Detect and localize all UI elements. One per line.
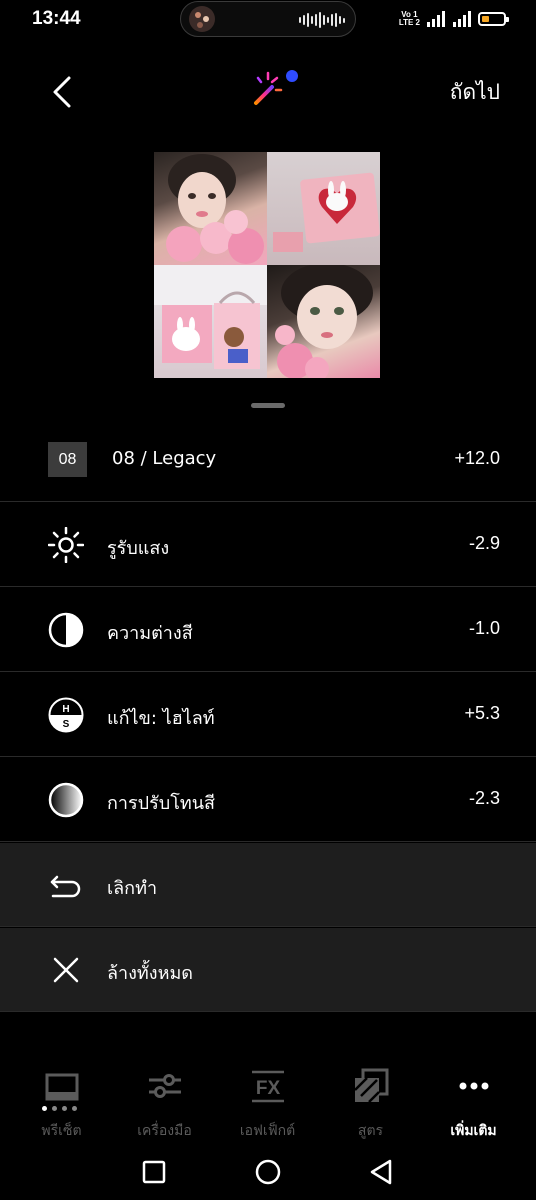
preset-row[interactable]: 08 08 / Legacy +12.0 [0, 418, 536, 502]
undo-label: เลิกทำ [107, 878, 158, 899]
tab-label: พรีเซ็ต [41, 1123, 82, 1139]
tone-value: -2.3 [468, 788, 500, 808]
exposure-row[interactable]: รูรับแสง -2.9 [0, 503, 536, 587]
battery-icon [478, 12, 509, 26]
tab-recipes[interactable]: สูตร [317, 1062, 424, 1142]
clear-all-label: ล้างทั้งหมด [107, 963, 194, 984]
chevron-left-icon [53, 76, 71, 108]
highlight-row[interactable]: H S แก้ไข: ไฮไลท์ +5.3 [0, 673, 536, 757]
tab-more[interactable]: เพิ่มเติม [420, 1062, 527, 1142]
contrast-icon [48, 612, 84, 648]
contrast-label: ความต่างสี [107, 623, 193, 644]
svg-text:S: S [63, 719, 70, 730]
back-button[interactable] [44, 72, 84, 112]
recents-button[interactable] [136, 1154, 172, 1190]
photo-preview[interactable] [154, 152, 380, 378]
home-button[interactable] [250, 1154, 286, 1190]
photo-tile [154, 265, 267, 378]
back-nav-button[interactable] [363, 1154, 399, 1190]
tab-label: สูตร [357, 1123, 384, 1139]
contrast-value: -1.0 [468, 618, 500, 638]
next-button[interactable]: ถัดไป [450, 76, 500, 109]
exposure-label: รูรับแสง [107, 538, 170, 559]
signal-2-icon [453, 11, 471, 27]
sheet-drag-handle[interactable] [251, 403, 285, 408]
tab-label: เครื่องมือ [137, 1123, 192, 1139]
exposure-value: -2.9 [468, 533, 500, 553]
system-nav-bar [0, 1146, 536, 1196]
square-icon [142, 1160, 166, 1184]
recipes-icon [354, 1068, 389, 1103]
clear-all-button[interactable]: ล้างทั้งหมด [0, 928, 536, 1012]
magic-wand-icon [254, 70, 298, 105]
highlight-label: แก้ไข: ไฮไลท์ [107, 708, 215, 729]
network-type: Vo 1 LTE 2 [398, 10, 420, 27]
tone-icon [48, 782, 84, 818]
photo-tile [154, 152, 267, 265]
sliders-icon [149, 1074, 181, 1098]
highlight-value: +5.3 [464, 703, 500, 723]
media-thumbnail [189, 6, 215, 32]
triangle-back-icon [370, 1159, 392, 1185]
contrast-row[interactable]: ความต่างสี -1.0 [0, 588, 536, 672]
battery-level [482, 16, 489, 22]
preset-label: 08 / Legacy [112, 448, 217, 469]
tab-effects[interactable]: FX เอฟเฟ็กต์ [214, 1062, 321, 1142]
svg-text:FX: FX [256, 1078, 281, 1099]
status-time: 13:44 [32, 8, 81, 29]
hs-icon: H S [48, 697, 84, 733]
audio-waveform-icon [299, 12, 345, 28]
status-bar: 13:44 Vo 1 LTE 2 [0, 0, 536, 40]
photo-tile [267, 265, 380, 378]
tab-tools[interactable]: เครื่องมือ [111, 1062, 218, 1142]
tab-label: เพิ่มเติม [450, 1123, 497, 1139]
svg-text:H: H [62, 704, 69, 715]
photo-tile [267, 152, 380, 265]
bottom-tab-bar: พรีเซ็ต เครื่องมือ FX เอฟเฟ็กต์ สูตร เพิ… [0, 1062, 536, 1142]
more-icon [459, 1082, 489, 1090]
preset-value: +12.0 [454, 448, 500, 468]
undo-icon [50, 875, 81, 898]
fx-icon: FX [252, 1070, 284, 1103]
sun-icon [48, 527, 84, 563]
signal-1-icon [427, 11, 445, 27]
presets-icon [45, 1073, 79, 1101]
circle-icon [255, 1159, 281, 1185]
close-icon [53, 957, 79, 983]
undo-button[interactable]: เลิกทำ [0, 843, 536, 927]
auto-enhance-button[interactable] [250, 68, 304, 110]
tone-label: การปรับโทนสี [107, 793, 216, 814]
dynamic-island[interactable] [180, 1, 356, 37]
tone-row[interactable]: การปรับโทนสี -2.3 [0, 758, 536, 842]
tab-presets[interactable]: พรีเซ็ต [8, 1062, 115, 1142]
preset-badge: 08 [48, 442, 87, 477]
tab-label: เอฟเฟ็กต์ [239, 1123, 296, 1139]
preset-page-dots [42, 1106, 77, 1111]
